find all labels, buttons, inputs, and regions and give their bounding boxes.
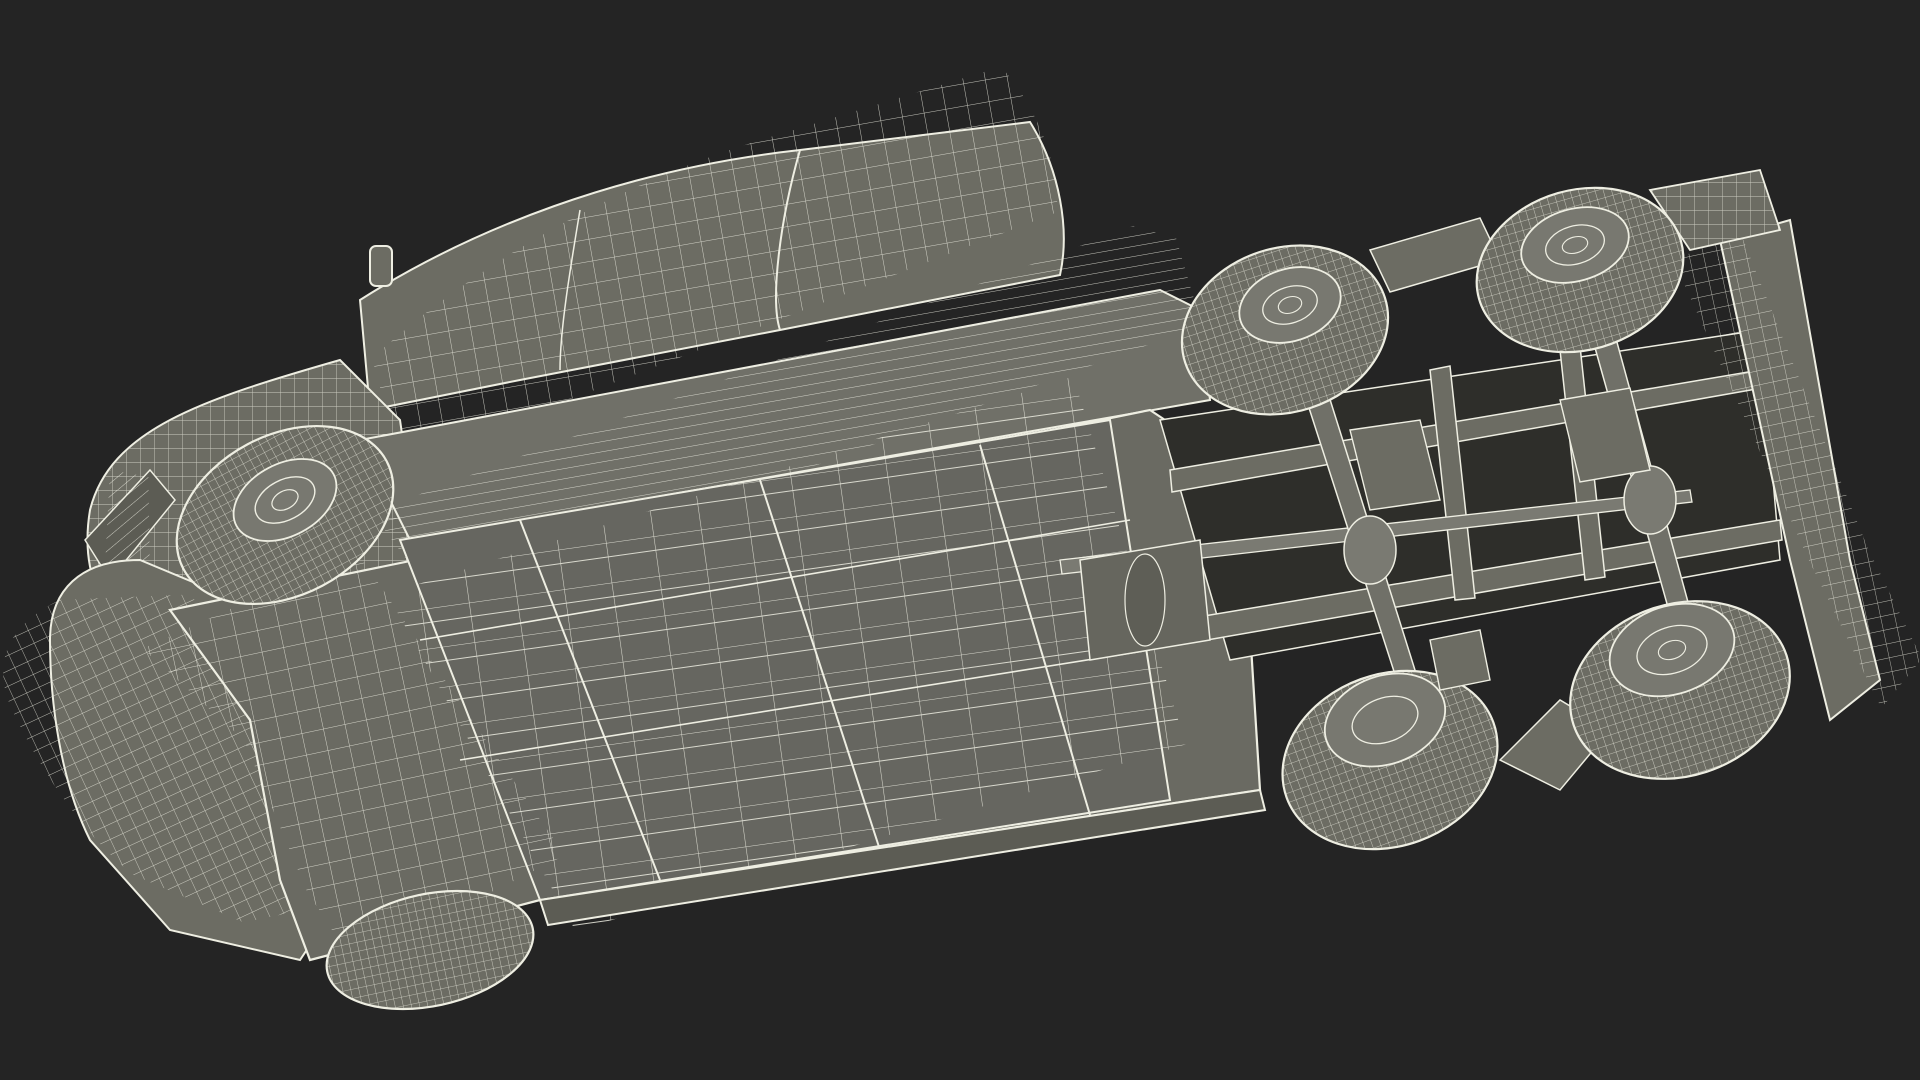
truck-wireframe-render [0, 0, 1920, 1080]
render-viewport [0, 0, 1920, 1080]
